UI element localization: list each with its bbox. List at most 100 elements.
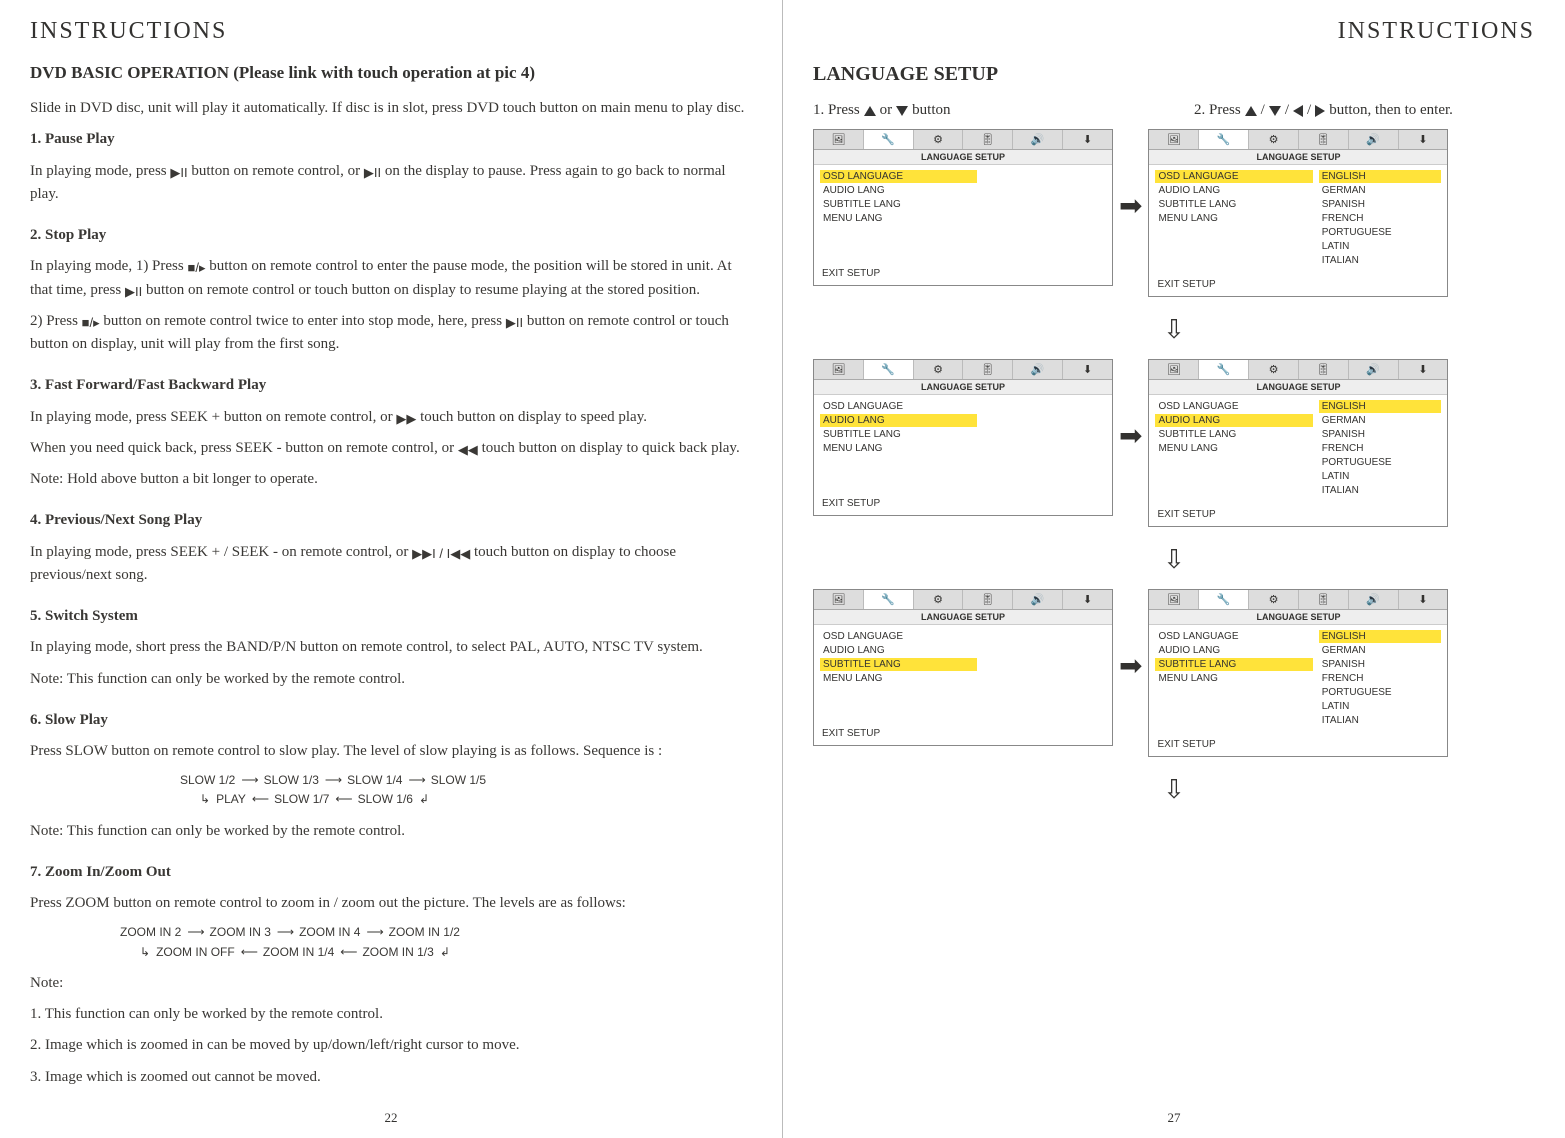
osd-menu-list: OSD LANGUAGEAUDIO LANGSUBTITLE LANGMENU …: [820, 169, 977, 257]
osd-menu-item[interactable]: OSD LANGUAGE: [820, 630, 977, 643]
osd-option-item[interactable]: FRENCH: [1319, 442, 1442, 455]
osd-tab-bar: 🖼🔧⚙🎚🔊⬇: [814, 130, 1112, 150]
osd-tab[interactable]: 🖼: [1149, 130, 1199, 149]
osd-tab[interactable]: 🎚: [1299, 130, 1349, 149]
osd-menu-item[interactable]: MENU LANG: [820, 442, 977, 455]
osd-menu-item[interactable]: SUBTITLE LANG: [820, 658, 977, 671]
osd-menu-item[interactable]: SUBTITLE LANG: [1155, 428, 1312, 441]
stop-play-icon: ■/▸: [82, 313, 100, 333]
osd-tab[interactable]: ⬇: [1063, 590, 1112, 609]
osd-tab[interactable]: ⚙: [914, 130, 964, 149]
osd-tab[interactable]: 🎚: [963, 590, 1013, 609]
osd-menu-item[interactable]: AUDIO LANG: [1155, 644, 1312, 657]
osd-tab[interactable]: ⬇: [1063, 360, 1112, 379]
osd-tab[interactable]: 🔧: [864, 130, 914, 149]
s5-note: Note: This function can only be worked b…: [30, 668, 752, 691]
osd-menu-item[interactable]: AUDIO LANG: [1155, 184, 1312, 197]
osd-tab[interactable]: 🔊: [1349, 130, 1399, 149]
osd-tab[interactable]: ⬇: [1063, 130, 1112, 149]
osd-tab[interactable]: 🖼: [814, 130, 864, 149]
osd-menu-item[interactable]: MENU LANG: [820, 672, 977, 685]
osd-menu-item[interactable]: MENU LANG: [1155, 442, 1312, 455]
triangle-down-icon: [1269, 106, 1281, 116]
osd-option-item[interactable]: GERMAN: [1319, 414, 1442, 427]
osd-menu-item[interactable]: AUDIO LANG: [1155, 414, 1312, 427]
osd-tab[interactable]: 🖼: [814, 590, 864, 609]
osd-tab[interactable]: 🔧: [864, 590, 914, 609]
osd-menu-item[interactable]: OSD LANGUAGE: [1155, 170, 1312, 183]
s7-n1: 1. This function can only be worked by t…: [30, 1003, 752, 1026]
osd-tab[interactable]: 🔧: [1199, 130, 1249, 149]
next-prev-icon: ▶▶I / I◀◀: [412, 544, 470, 564]
osd-menu-item[interactable]: MENU LANG: [820, 212, 977, 225]
osd-option-item[interactable]: ITALIAN: [1319, 254, 1442, 267]
osd-option-item[interactable]: ITALIAN: [1319, 484, 1442, 497]
osd-option-item[interactable]: PORTUGUESE: [1319, 686, 1442, 699]
osd-exit[interactable]: EXIT SETUP: [814, 725, 1112, 745]
osd-menu-item[interactable]: SUBTITLE LANG: [820, 198, 977, 211]
osd-row: 🖼🔧⚙🎚🔊⬇LANGUAGE SETUPOSD LANGUAGEAUDIO LA…: [813, 359, 1535, 539]
osd-options-list: ENGLISHGERMANSPANISHFRENCHPORTUGUESELATI…: [1313, 169, 1442, 268]
osd-menu-item[interactable]: OSD LANGUAGE: [820, 400, 977, 413]
osd-exit[interactable]: EXIT SETUP: [1149, 736, 1447, 756]
osd-tab[interactable]: 🔊: [1013, 590, 1063, 609]
osd-option-item[interactable]: ENGLISH: [1319, 630, 1442, 643]
header-right: INSTRUCTIONS: [813, 18, 1535, 45]
osd-option-item[interactable]: ENGLISH: [1319, 400, 1442, 413]
osd-tab[interactable]: 🔧: [1199, 590, 1249, 609]
osd-exit[interactable]: EXIT SETUP: [1149, 276, 1447, 296]
osd-menu-item[interactable]: OSD LANGUAGE: [1155, 630, 1312, 643]
osd-menu-item[interactable]: SUBTITLE LANG: [820, 428, 977, 441]
osd-tab[interactable]: ⚙: [1249, 360, 1299, 379]
osd-tab[interactable]: ⬇: [1399, 590, 1448, 609]
osd-option-item[interactable]: LATIN: [1319, 470, 1442, 483]
osd-option-item[interactable]: GERMAN: [1319, 184, 1442, 197]
osd-tab[interactable]: ⚙: [914, 590, 964, 609]
osd-option-item[interactable]: LATIN: [1319, 700, 1442, 713]
osd-tab[interactable]: ⬇: [1399, 130, 1448, 149]
osd-tab[interactable]: 🖼: [814, 360, 864, 379]
osd-tab[interactable]: 🎚: [1299, 360, 1349, 379]
osd-menu-item[interactable]: AUDIO LANG: [820, 644, 977, 657]
osd-tab[interactable]: 🔧: [864, 360, 914, 379]
osd-exit[interactable]: EXIT SETUP: [814, 495, 1112, 515]
osd-tab[interactable]: 🎚: [963, 130, 1013, 149]
osd-exit[interactable]: EXIT SETUP: [814, 265, 1112, 285]
osd-tab[interactable]: 🎚: [1299, 590, 1349, 609]
osd-exit[interactable]: EXIT SETUP: [1149, 506, 1447, 526]
osd-option-item[interactable]: ITALIAN: [1319, 714, 1442, 727]
osd-tab[interactable]: 🔊: [1013, 360, 1063, 379]
osd-option-item[interactable]: SPANISH: [1319, 198, 1442, 211]
osd-tab[interactable]: 🔊: [1349, 590, 1399, 609]
osd-tab[interactable]: ⬇: [1399, 360, 1448, 379]
osd-option-item[interactable]: PORTUGUESE: [1319, 456, 1442, 469]
osd-tab[interactable]: 🖼: [1149, 360, 1199, 379]
osd-option-item[interactable]: FRENCH: [1319, 672, 1442, 685]
osd-tab[interactable]: ⚙: [1249, 130, 1299, 149]
osd-menu-item[interactable]: SUBTITLE LANG: [1155, 198, 1312, 211]
osd-option-item[interactable]: LATIN: [1319, 240, 1442, 253]
page-right: INSTRUCTIONS LANGUAGE SETUP 1. Press or …: [783, 0, 1565, 1138]
osd-menu-item[interactable]: OSD LANGUAGE: [820, 170, 977, 183]
osd-menu-item[interactable]: MENU LANG: [1155, 212, 1312, 225]
osd-menu-item[interactable]: AUDIO LANG: [820, 414, 977, 427]
osd-menu-item[interactable]: OSD LANGUAGE: [1155, 400, 1312, 413]
osd-tab[interactable]: 🔊: [1349, 360, 1399, 379]
osd-tab[interactable]: ⚙: [1249, 590, 1299, 609]
osd-option-item[interactable]: FRENCH: [1319, 212, 1442, 225]
osd-menu-item[interactable]: SUBTITLE LANG: [1155, 658, 1312, 671]
osd-option-item[interactable]: SPANISH: [1319, 658, 1442, 671]
osd-menu-item[interactable]: MENU LANG: [1155, 672, 1312, 685]
osd-option-item[interactable]: PORTUGUESE: [1319, 226, 1442, 239]
osd-tab[interactable]: 🎚: [963, 360, 1013, 379]
s2-h: 2. Stop Play: [30, 224, 752, 247]
osd-tab[interactable]: 🔊: [1013, 130, 1063, 149]
osd-tab[interactable]: 🖼: [1149, 590, 1199, 609]
osd-option-item[interactable]: GERMAN: [1319, 644, 1442, 657]
osd-tab[interactable]: 🔧: [1199, 360, 1249, 379]
osd-menu-item[interactable]: AUDIO LANG: [820, 184, 977, 197]
osd-option-item[interactable]: SPANISH: [1319, 428, 1442, 441]
arrow-right-icon: ➡: [1119, 649, 1142, 683]
osd-tab[interactable]: ⚙: [914, 360, 964, 379]
osd-option-item[interactable]: ENGLISH: [1319, 170, 1442, 183]
